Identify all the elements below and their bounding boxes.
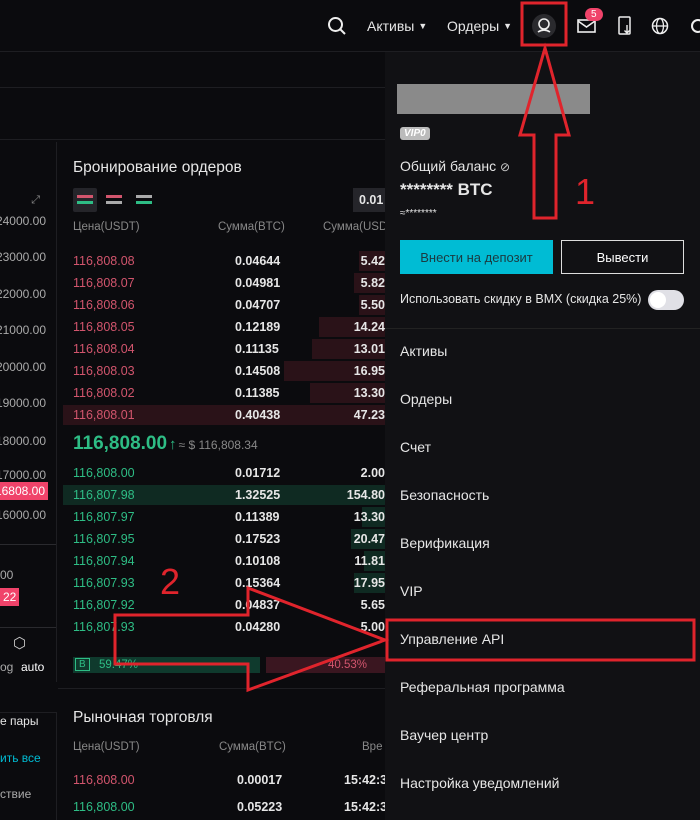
highlight-box-avatar <box>520 1 568 47</box>
step-1-label: 1 <box>575 171 595 212</box>
arrow-right-annotation <box>113 585 390 693</box>
highlight-box-api <box>385 618 696 662</box>
step-2-label: 2 <box>160 561 180 602</box>
arrow-up-annotation <box>518 42 571 220</box>
annotation-overlay: 1 2 <box>113 1 696 693</box>
